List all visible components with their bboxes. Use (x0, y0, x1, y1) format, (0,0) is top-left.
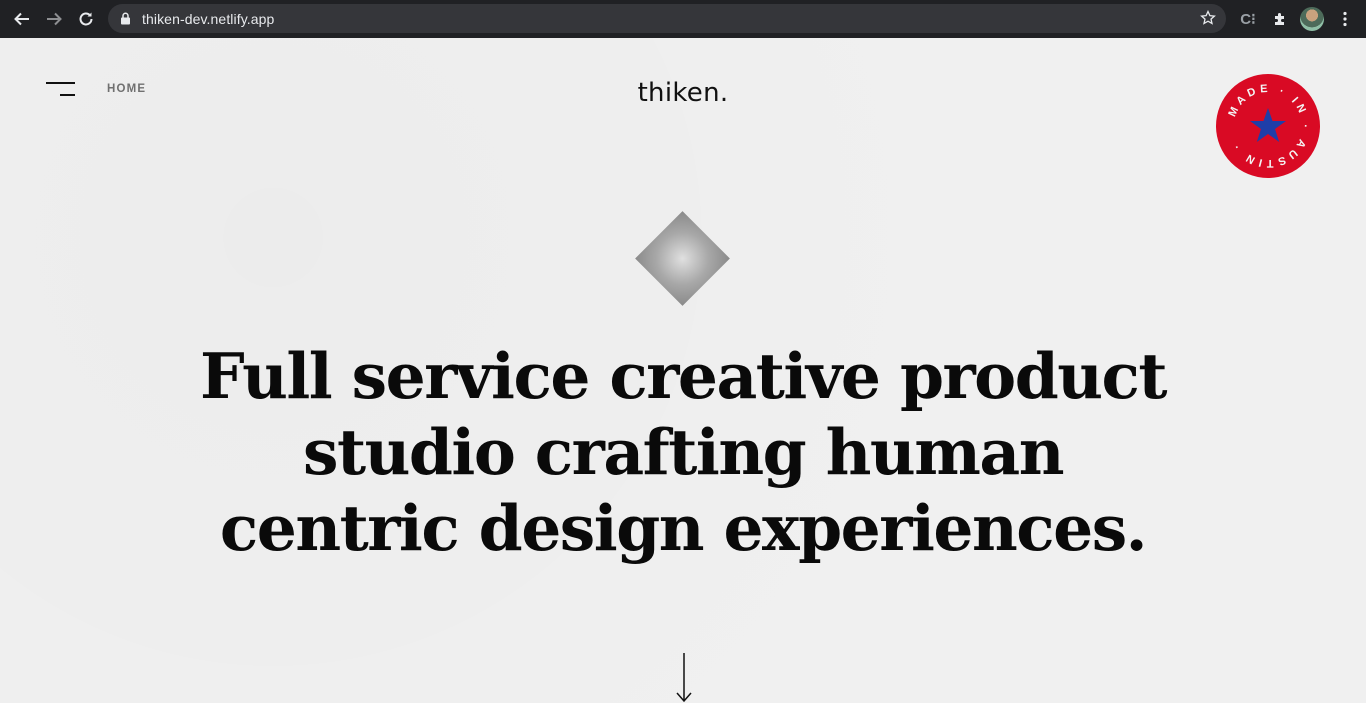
scroll-down-arrow-icon[interactable] (675, 653, 693, 703)
extensions-puzzle-icon[interactable] (1269, 8, 1291, 30)
address-bar[interactable]: thiken-dev.netlify.app (108, 4, 1226, 33)
reload-icon[interactable] (75, 8, 97, 30)
made-in-austin-badge: MADE · IN · AUSTIN · (1216, 74, 1320, 178)
site-logo[interactable]: thiken. (0, 78, 1366, 108)
diamond-shape-icon (635, 211, 730, 306)
kebab-menu-icon[interactable] (1334, 8, 1356, 30)
page: HOME thiken. MADE · IN · AUSTIN · Full s… (0, 38, 1366, 703)
back-icon[interactable] (11, 8, 33, 30)
forward-icon[interactable] (43, 8, 65, 30)
bookmark-star-icon[interactable] (1200, 9, 1216, 31)
extension-c-icon[interactable]: C⁝ (1237, 8, 1259, 30)
url-text: thiken-dev.netlify.app (142, 11, 275, 27)
lock-icon (120, 12, 131, 30)
browser-toolbar: thiken-dev.netlify.app C⁝ (0, 0, 1366, 38)
hero-headline: Full service creative product studio cra… (199, 339, 1168, 565)
profile-avatar[interactable] (1300, 7, 1324, 31)
